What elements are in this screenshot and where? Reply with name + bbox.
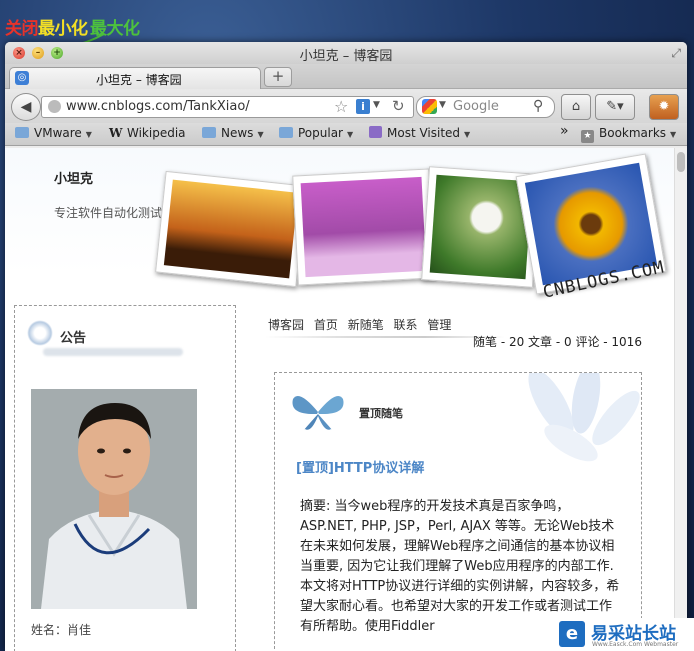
- search-box[interactable]: ▼ Google ⚲: [416, 96, 555, 118]
- sidebar-title: 公告: [60, 331, 87, 346]
- bookmark-label: Wikipedia: [127, 126, 186, 140]
- person-photo: [31, 389, 197, 609]
- nav-divider: [265, 336, 505, 338]
- tools-icon: ✎▾: [606, 99, 624, 114]
- tab-bar: ◎ 小坦克 – 博客园 +: [5, 64, 687, 89]
- address-bar[interactable]: www.cnblogs.com/TankXiao/ ☆ i ▼ ↻: [41, 96, 414, 118]
- bookmarks-overflow-button[interactable]: »: [560, 123, 569, 139]
- nav-admin[interactable]: 管理: [427, 318, 451, 332]
- cnblogs-favicon-icon: ◎: [15, 71, 29, 85]
- bookmarks-icon: ★: [581, 130, 594, 143]
- pinned-post-card: 置顶随笔 [置顶]HTTP协议详解 摘要: 当今web程序的开发技术真是百家争鸣…: [274, 372, 642, 651]
- most-visited-icon: [369, 126, 382, 138]
- butterfly-icon: [292, 395, 344, 430]
- browser-window: × – + 小坦克 – 博客园 ⤢ ◎ 小坦克 – 博客园 + ◀ www.cn…: [5, 42, 687, 651]
- window-title: 小坦克 – 博客园: [299, 49, 393, 64]
- bookmark-label: Popular: [298, 126, 343, 140]
- home-button[interactable]: ⌂: [561, 94, 591, 120]
- site-watermark: e 易采站长站 Www.Easck.Com Webmaster: [555, 618, 694, 651]
- blog-nav: 博客园 首页 新随笔 联系 管理: [268, 316, 457, 333]
- post-title-link[interactable]: [置顶]HTTP协议详解: [296, 457, 424, 476]
- blurred-text: [43, 348, 183, 356]
- info-icon[interactable]: i: [356, 99, 370, 114]
- dropdown-arrow-icon: ▼: [347, 130, 354, 139]
- bookmarks-menu-label: Bookmarks: [599, 126, 667, 140]
- tab-active[interactable]: ◎ 小坦克 – 博客园: [9, 67, 261, 89]
- bookmark-popular[interactable]: Popular ▼: [279, 126, 353, 140]
- watermark-subtext: Www.Easck.Com Webmaster: [592, 641, 679, 648]
- vertical-scrollbar[interactable]: [674, 148, 687, 651]
- nav-home[interactable]: 首页: [314, 318, 338, 332]
- dropdown-arrow-icon: ▼: [670, 130, 677, 139]
- nav-contact[interactable]: 联系: [394, 318, 418, 332]
- bookmark-label: News: [221, 126, 254, 140]
- avatar: [31, 389, 197, 609]
- fullscreen-icon[interactable]: ⤢: [671, 46, 681, 61]
- photo-sunset: [155, 170, 307, 288]
- sidebar-name: 姓名：肖佳: [31, 623, 92, 637]
- nav-new-post[interactable]: 新随笔: [348, 318, 384, 332]
- bookmarks-toolbar: VMware ▼ W Wikipedia News ▼ Popular ▼ Most V…: [5, 123, 687, 146]
- scrollbar-thumb[interactable]: [677, 152, 685, 172]
- bookmark-wikipedia[interactable]: W Wikipedia: [109, 126, 186, 140]
- bookmark-news[interactable]: News ▼: [202, 126, 264, 140]
- post-summary: 摘要: 当今web程序的开发技术真是百家争鸣，ASP.NET, PHP, JSP…: [300, 499, 620, 634]
- search-input[interactable]: Google: [453, 99, 499, 114]
- petals-decoration: [528, 373, 640, 462]
- dropdown-arrow-icon: ▼: [257, 130, 264, 139]
- flower-icon: [27, 320, 53, 346]
- google-icon[interactable]: [422, 99, 437, 114]
- search-icon[interactable]: ⚲: [533, 98, 543, 114]
- sidebar-notice: 公告 姓名：肖佳: [14, 305, 236, 651]
- home-icon: ⌂: [571, 99, 581, 114]
- reload-icon[interactable]: ↻: [392, 97, 405, 115]
- nav-cnblogs[interactable]: 博客园: [268, 318, 304, 332]
- watermark-logo-icon: e: [559, 621, 585, 647]
- bookmark-label: Most Visited: [387, 126, 461, 140]
- photo-barn: [292, 168, 435, 286]
- bookmark-star-icon[interactable]: ☆: [334, 97, 348, 116]
- tools-menu-button[interactable]: ✎▾: [595, 94, 635, 120]
- blog-stats: 随笔 - 20 文章 - 0 评论 - 1016: [473, 335, 642, 349]
- dropdown-arrow-icon: ▼: [85, 130, 92, 139]
- addon-button[interactable]: ✹: [649, 94, 679, 120]
- folder-icon: [15, 127, 29, 138]
- pinned-section-title: 置顶随笔: [359, 407, 403, 420]
- navigation-toolbar: ◀ www.cnblogs.com/TankXiao/ ☆ i ▼ ↻ ▼ Go…: [5, 89, 687, 123]
- addon-icon: ✹: [658, 99, 670, 114]
- page-content: 小坦克 专注软件自动化测试。努力学习开发技术，用到测试工作上。 CNBLOGS.…: [5, 148, 687, 651]
- wikipedia-icon: W: [109, 126, 123, 140]
- globe-icon: [48, 100, 61, 113]
- url-text[interactable]: www.cnblogs.com/TankXiao/: [66, 99, 250, 114]
- bookmarks-menu-button[interactable]: ★ Bookmarks ▼: [581, 126, 676, 143]
- url-history-dropdown-icon[interactable]: ▼: [373, 100, 380, 110]
- blog-title[interactable]: 小坦克: [54, 168, 93, 187]
- header-photo-collage: CNBLOGS.COM: [155, 153, 675, 303]
- bookmark-most-visited[interactable]: Most Visited ▼: [369, 126, 470, 140]
- new-tab-button[interactable]: +: [264, 67, 292, 87]
- search-engine-dropdown-icon[interactable]: ▼: [439, 100, 446, 110]
- back-arrow-icon: ◀: [20, 99, 32, 115]
- folder-icon: [279, 127, 293, 138]
- bookmark-vmware[interactable]: VMware ▼: [15, 126, 92, 140]
- back-button[interactable]: ◀: [11, 93, 41, 121]
- close-annotation: 关闭: [5, 19, 39, 39]
- title-bar: × – + 小坦克 – 博客园 ⤢: [5, 42, 687, 64]
- dropdown-arrow-icon: ▼: [464, 130, 471, 139]
- folder-icon: [202, 127, 216, 138]
- tab-title: 小坦克 – 博客园: [96, 73, 182, 87]
- bookmark-label: VMware: [34, 126, 82, 140]
